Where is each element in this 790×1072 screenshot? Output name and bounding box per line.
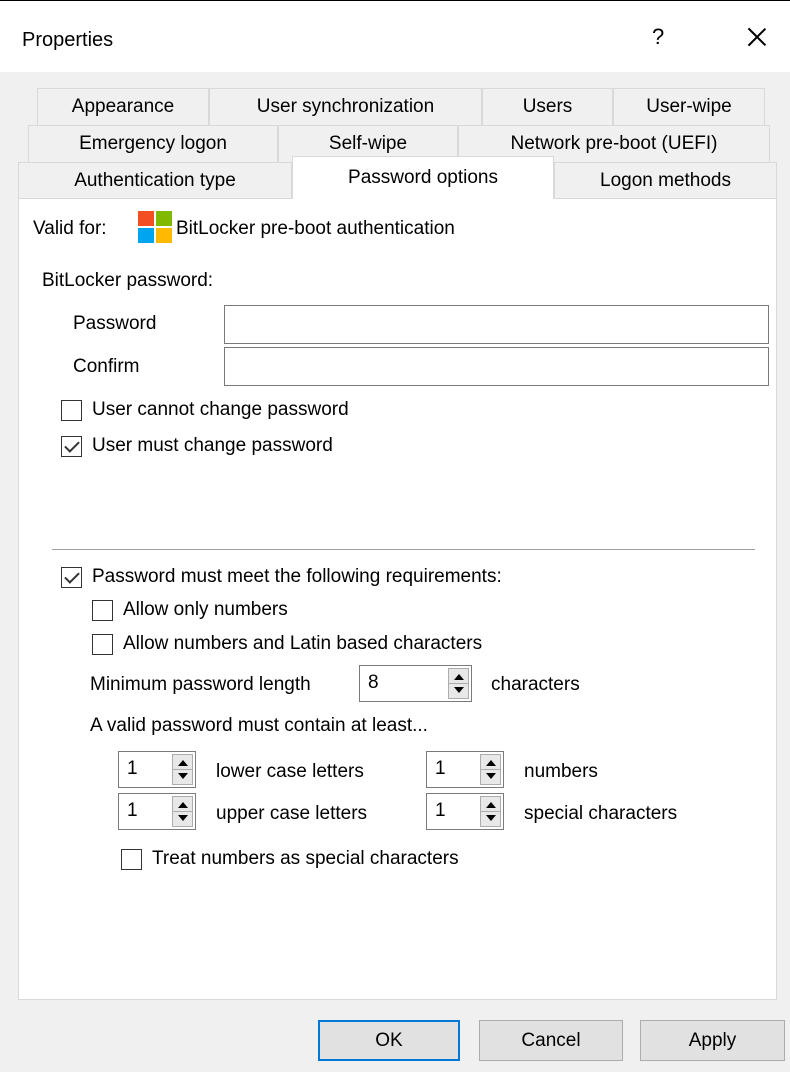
user-cannot-change-label[interactable]: User cannot change password (92, 399, 349, 421)
lower-case-label: lower case letters (216, 761, 364, 782)
lower-case-value[interactable]: 1 (127, 758, 138, 780)
valid-for-value: BitLocker pre-boot authentication (176, 218, 455, 239)
min-length-spinner[interactable]: 8 (359, 665, 472, 702)
special-chars-spinner[interactable]: 1 (426, 793, 504, 830)
valid-for-label: Valid for: (33, 218, 107, 239)
cancel-button[interactable]: Cancel (479, 1020, 623, 1061)
apply-button[interactable]: Apply (640, 1020, 785, 1061)
allow-only-numbers-label[interactable]: Allow only numbers (123, 599, 288, 621)
treat-numbers-special-label[interactable]: Treat numbers as special characters (152, 848, 459, 870)
separator (52, 549, 755, 550)
ok-button[interactable]: OK (318, 1020, 460, 1061)
numbers-label: numbers (524, 761, 598, 782)
min-length-label: Minimum password length (90, 674, 311, 695)
password-label: Password (73, 313, 157, 334)
special-chars-value[interactable]: 1 (435, 800, 446, 822)
spin-arrows-icon[interactable] (172, 796, 193, 827)
allow-numbers-latin-label[interactable]: Allow numbers and Latin based characters (123, 633, 482, 655)
confirm-label: Confirm (73, 356, 140, 377)
windows-logo-icon (138, 211, 172, 243)
user-must-change-label[interactable]: User must change password (92, 435, 333, 457)
numbers-spinner[interactable]: 1 (426, 751, 504, 788)
allow-only-numbers-checkbox[interactable] (92, 600, 113, 621)
min-length-value[interactable]: 8 (368, 672, 379, 694)
upper-case-value[interactable]: 1 (127, 800, 138, 822)
spin-arrows-icon[interactable] (480, 754, 501, 785)
contain-label: A valid password must contain at least..… (90, 715, 428, 736)
treat-numbers-special-checkbox[interactable] (121, 849, 142, 870)
spin-arrows-icon[interactable] (448, 668, 469, 699)
confirm-field[interactable] (224, 347, 769, 386)
spin-arrows-icon[interactable] (172, 754, 193, 785)
upper-case-spinner[interactable]: 1 (118, 793, 196, 830)
upper-case-label: upper case letters (216, 803, 368, 824)
lower-case-spinner[interactable]: 1 (118, 751, 196, 788)
numbers-value[interactable]: 1 (435, 758, 446, 780)
allow-numbers-latin-checkbox[interactable] (92, 634, 113, 655)
spin-arrows-icon[interactable] (480, 796, 501, 827)
user-must-change-checkbox[interactable] (61, 436, 82, 457)
bitlocker-password-heading: BitLocker password: (42, 270, 214, 291)
min-length-unit: characters (491, 674, 580, 695)
password-requirements-label[interactable]: Password must meet the following require… (92, 566, 502, 588)
special-chars-label: special characters (524, 803, 678, 824)
password-field[interactable] (224, 305, 769, 344)
password-requirements-checkbox[interactable] (61, 567, 82, 588)
user-cannot-change-checkbox[interactable] (61, 400, 82, 421)
